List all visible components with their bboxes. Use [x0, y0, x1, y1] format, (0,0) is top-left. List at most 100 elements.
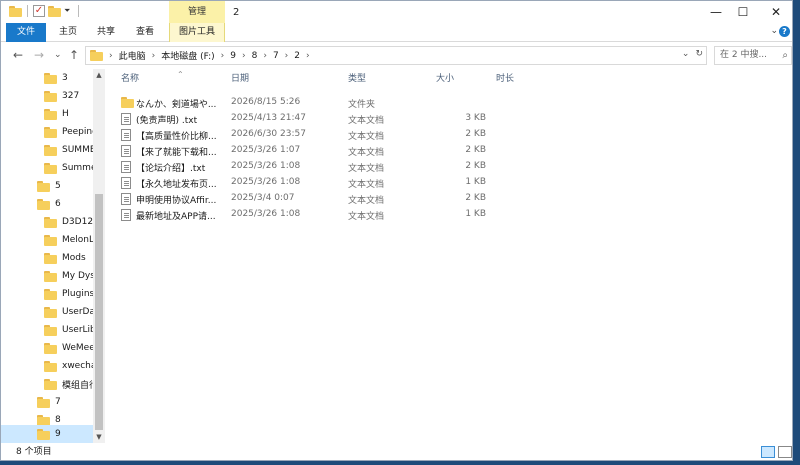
file-explorer-window: ✓ ⏷ 管理 2 — ☐ ✕ 文件 主页 共享 查看 图片工具 ⌄ ? ← → …	[0, 0, 793, 461]
address-dropdown-icon[interactable]: ⌄	[682, 49, 690, 59]
forward-button[interactable]: →	[34, 47, 44, 63]
chevron-right-icon[interactable]: ›	[152, 51, 156, 61]
folder-icon	[121, 97, 134, 108]
folder-icon	[44, 342, 57, 354]
chevron-right-icon[interactable]: ›	[221, 51, 225, 61]
search-input[interactable]: 在 2 中搜... ⌕	[714, 46, 792, 65]
table-row[interactable]: 【来了就能下载和... 2025/3/26 1:07 文本文档 2 KB	[116, 143, 496, 159]
tab-view[interactable]: 查看	[130, 23, 160, 42]
item-count: 8 个项目	[16, 447, 52, 457]
folder-icon	[44, 234, 57, 246]
nav-folder-d3d12[interactable]: D3D12	[1, 213, 93, 231]
nav-folder-327[interactable]: 327	[1, 87, 93, 105]
customize-toolbar-dropdown-icon[interactable]: ⏷	[64, 6, 73, 16]
chevron-right-icon[interactable]: ›	[306, 51, 310, 61]
navigation-bar: ← → ⌄ ↑ › 此电脑 › 本地磁盘 (F:) › 9 › 8 › 7 › …	[1, 43, 792, 68]
chevron-right-icon[interactable]: ›	[285, 51, 289, 61]
nav-folder-mods-custom[interactable]: 模组自行	[1, 375, 93, 393]
nav-item-label: Mods	[62, 253, 86, 263]
folder-icon	[37, 198, 50, 210]
refresh-icon[interactable]: ↻	[695, 49, 703, 59]
scrollbar-thumb[interactable]	[95, 194, 103, 430]
tab-file[interactable]: 文件	[6, 23, 46, 42]
table-row[interactable]: なんか、剣道場や... 2026/8/15 5:26 文件夹	[116, 95, 496, 111]
folder-icon	[37, 414, 50, 426]
table-row[interactable]: (免责声明) .txt 2025/4/13 21:47 文本文档 3 KB	[116, 111, 496, 127]
nav-folder-plugins[interactable]: Plugins	[1, 285, 93, 303]
nav-folder-summer[interactable]: Summer	[1, 159, 93, 177]
breadcrumb-this-pc[interactable]: 此电脑	[119, 49, 146, 62]
table-row[interactable]: 申明使用协议Affir... 2025/3/4 0:07 文本文档 2 KB	[116, 191, 496, 207]
maximize-button[interactable]: ☐	[725, 1, 761, 23]
new-folder-icon[interactable]	[48, 5, 61, 17]
breadcrumb-8[interactable]: 8	[252, 51, 258, 61]
large-icons-view-icon[interactable]	[778, 446, 792, 458]
scroll-down-icon[interactable]: ▼	[93, 431, 105, 443]
nav-folder-3[interactable]: 3	[1, 69, 93, 87]
breadcrumb-drive-f[interactable]: 本地磁盘 (F:)	[161, 49, 214, 62]
navpane-scrollbar[interactable]: ▲ ▼	[93, 69, 105, 443]
tab-picture-tools[interactable]: 图片工具	[169, 23, 225, 42]
file-type: 文本文档	[348, 132, 385, 142]
column-header-type[interactable]: 类型	[348, 69, 366, 89]
nav-item-label: 模组自行	[62, 380, 93, 391]
column-header-duration[interactable]: 时长	[496, 69, 514, 89]
text-file-icon	[121, 209, 131, 221]
recent-locations-dropdown[interactable]: ⌄	[54, 47, 62, 63]
nav-folder-my-dyst[interactable]: My Dyst	[1, 267, 93, 285]
column-header-date[interactable]: 日期	[231, 69, 249, 89]
nav-folder-mods[interactable]: Mods	[1, 249, 93, 267]
nav-item-label: MelonLo	[62, 235, 93, 245]
nav-folder-peeping[interactable]: Peeping	[1, 123, 93, 141]
file-size: 2 KB	[465, 193, 486, 203]
nav-item-label: Plugins	[62, 289, 93, 299]
text-file-icon	[121, 145, 131, 157]
nav-folder-wemeet[interactable]: WeMeet	[1, 339, 93, 357]
nav-folder-userdata[interactable]: UserDat	[1, 303, 93, 321]
table-row[interactable]: 【永久地址发布页... 2025/3/26 1:08 文本文档 1 KB	[116, 175, 496, 191]
details-view-icon[interactable]	[761, 446, 775, 458]
tab-share[interactable]: 共享	[91, 23, 121, 42]
chevron-right-icon[interactable]: ›	[242, 51, 246, 61]
table-row[interactable]: 【高质量性价比柳... 2026/6/30 23:57 文本文档 2 KB	[116, 127, 496, 143]
sort-ascending-icon: ⌃	[177, 70, 184, 79]
divider	[27, 5, 28, 17]
nav-folder-xwechat[interactable]: xwechat	[1, 357, 93, 375]
close-button[interactable]: ✕	[758, 1, 792, 23]
table-row[interactable]: 最新地址及APP请... 2025/3/26 1:08 文本文档 1 KB	[116, 207, 496, 223]
nav-item-label: 3	[62, 73, 68, 83]
nav-folder-userlibs[interactable]: UserLibs	[1, 321, 93, 339]
expand-ribbon-icon[interactable]: ⌄	[770, 26, 778, 36]
address-bar[interactable]: › 此电脑 › 本地磁盘 (F:) › 9 › 8 › 7 › 2 › ⌄ ↻	[85, 46, 707, 65]
breadcrumb-7[interactable]: 7	[273, 51, 279, 61]
folder-icon	[44, 324, 57, 336]
chevron-right-icon[interactable]: ›	[109, 51, 113, 61]
breadcrumb-2[interactable]: 2	[294, 51, 300, 61]
file-size: 2 KB	[465, 129, 486, 139]
breadcrumb-9[interactable]: 9	[230, 51, 236, 61]
nav-folder-6[interactable]: 6	[1, 195, 93, 213]
nav-folder-summe[interactable]: SUMME	[1, 141, 93, 159]
folder-icon	[90, 50, 103, 61]
nav-folder-5[interactable]: 5	[1, 177, 93, 195]
back-button[interactable]: ←	[13, 47, 23, 63]
properties-check-icon[interactable]: ✓	[33, 5, 45, 17]
table-row[interactable]: 【论坛介绍】.txt 2025/3/26 1:08 文本文档 2 KB	[116, 159, 496, 175]
text-file-icon	[121, 193, 131, 205]
folder-icon	[37, 180, 50, 192]
up-button[interactable]: ↑	[69, 47, 79, 63]
search-placeholder: 在 2 中搜...	[720, 50, 768, 60]
nav-folder-melonloader[interactable]: MelonLo	[1, 231, 93, 249]
nav-folder-7[interactable]: 7	[1, 393, 93, 411]
nav-folder-9[interactable]: 9	[1, 425, 93, 443]
tab-home[interactable]: 主页	[53, 23, 83, 42]
search-icon[interactable]: ⌕	[782, 47, 788, 64]
text-file-icon	[121, 113, 131, 125]
column-header-name[interactable]: 名称 ⌃	[121, 69, 184, 89]
scroll-up-icon[interactable]: ▲	[93, 69, 105, 81]
chevron-right-icon[interactable]: ›	[263, 51, 267, 61]
column-header-size[interactable]: 大小	[436, 69, 454, 89]
title-bar: ✓ ⏷ 管理 2 — ☐ ✕	[1, 1, 792, 23]
nav-folder-h[interactable]: H	[1, 105, 93, 123]
help-icon[interactable]: ?	[779, 26, 790, 37]
